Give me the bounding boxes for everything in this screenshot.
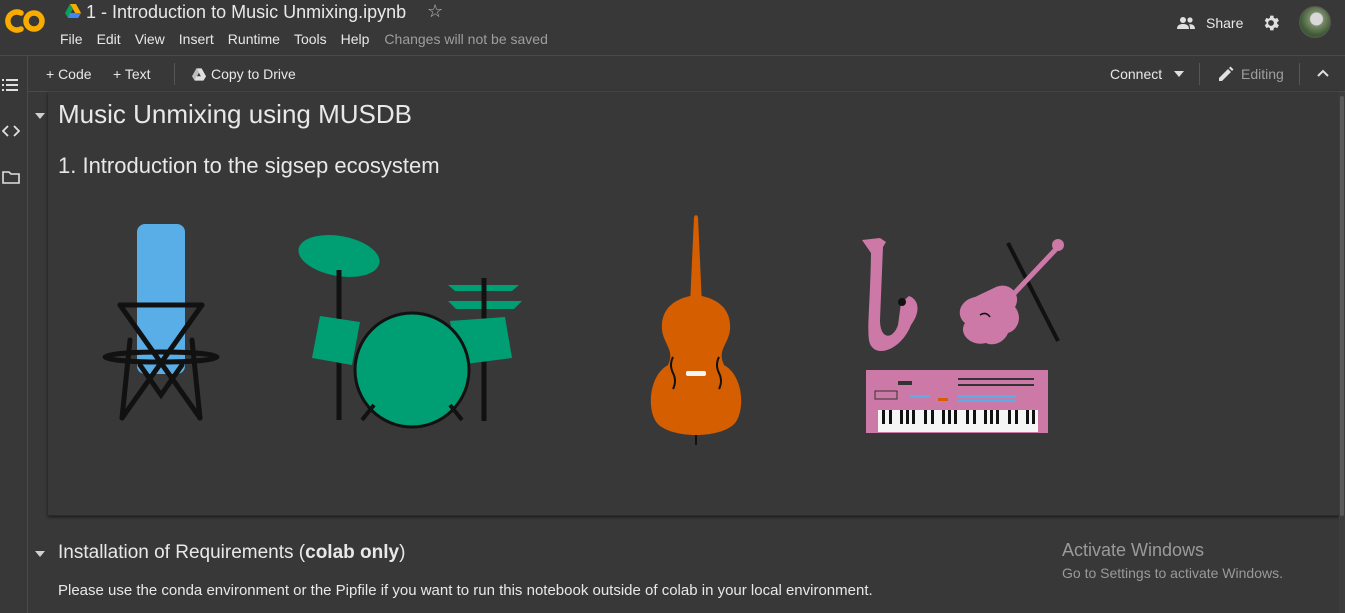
colab-logo-icon[interactable] [4,6,48,36]
menu-bar: File Edit View Insert Runtime Tools Help… [60,31,548,47]
instruments-illustration [102,215,1064,445]
star-icon[interactable]: ☆ [427,1,443,22]
violin-icon [959,239,1064,345]
menu-runtime[interactable]: Runtime [228,31,280,47]
editing-mode-button[interactable]: Editing [1218,66,1284,82]
notebook-toolbar: + Code + Text Copy to Drive Connect Edit… [28,56,1345,92]
watermark-title: Activate Windows [1062,540,1205,560]
add-code-button[interactable]: + Code [46,66,92,82]
folder-icon[interactable] [2,169,20,185]
menu-edit[interactable]: Edit [97,31,121,47]
gear-icon[interactable] [1261,13,1281,33]
share-label: Share [1206,15,1244,31]
copy-to-drive-button[interactable]: Copy to Drive [192,66,296,82]
notebook-title[interactable]: 1 - Introduction to Music Unmixing.ipynb [86,2,406,23]
heading-installation-bold: colab only [305,542,400,563]
collapse-section-icon[interactable] [35,113,45,119]
menu-tools[interactable]: Tools [294,31,327,47]
toolbar-divider [174,63,175,85]
heading-introduction: 1. Introduction to the sigsep ecosystem [58,153,440,178]
header-bar: 1 - Introduction to Music Unmixing.ipynb… [0,0,1345,56]
heading-installation-suffix: ) [399,542,406,563]
editing-label: Editing [1241,66,1284,82]
heading-music-unmixing: Music Unmixing using MUSDB [58,99,412,129]
copy-to-drive-label: Copy to Drive [211,66,296,82]
menu-insert[interactable]: Insert [179,31,214,47]
google-drive-icon [65,4,81,18]
collapse-section-icon[interactable] [35,551,45,557]
installation-paragraph: Please use the conda environment or the … [58,582,873,599]
toolbar-divider [1299,63,1300,85]
scrollbar-thumb[interactable] [1340,96,1344,516]
windows-activation-watermark: Activate Windows Go to Settings to activ… [1062,540,1283,581]
toolbar-divider [1199,63,1200,85]
menu-help[interactable]: Help [341,31,370,47]
left-sidebar [0,56,28,613]
connect-button[interactable]: Connect [1110,66,1162,82]
double-bass-icon [650,215,742,445]
keyboard-synth-icon [866,370,1048,433]
people-icon [1177,17,1195,29]
table-of-contents-icon[interactable] [2,77,20,93]
pencil-icon [1219,66,1234,81]
watermark-subtitle: Go to Settings to activate Windows. [1062,565,1283,581]
menu-file[interactable]: File [60,31,83,47]
drive-icon [192,67,206,81]
saxophone-icon [862,238,918,352]
colab-window: 1 - Introduction to Music Unmixing.ipynb… [0,0,1345,613]
share-button[interactable]: Share [1176,12,1243,34]
avatar[interactable] [1299,6,1331,38]
menu-view[interactable]: View [135,31,165,47]
heading-installation-text: Installation of Requirements ( [58,542,306,563]
chevron-up-icon[interactable] [1317,69,1329,77]
heading-installation: Installation of Requirements (colab only… [58,542,405,564]
drum-kit-icon [298,235,522,429]
code-snippets-icon[interactable] [2,123,20,139]
add-text-button[interactable]: + Text [113,66,151,82]
chevron-down-icon[interactable] [1174,71,1184,77]
microphone-icon [102,224,220,421]
save-status: Changes will not be saved [384,31,548,47]
